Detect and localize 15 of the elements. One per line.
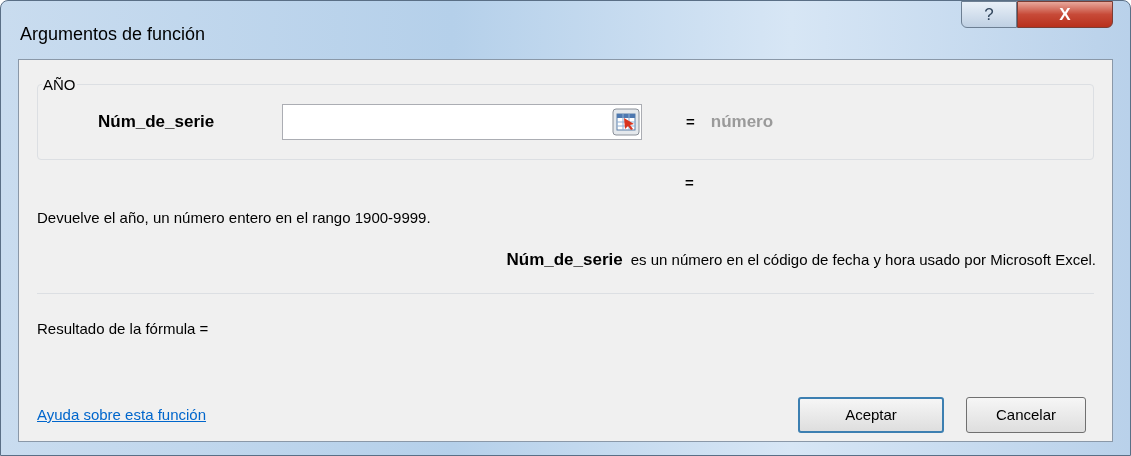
argument-label: Núm_de_serie <box>98 111 216 134</box>
close-button[interactable]: X <box>1017 1 1113 28</box>
help-button[interactable]: ? <box>961 1 1017 28</box>
dialog-button[interactable]: Aceptar <box>798 397 944 433</box>
equals-sign: = <box>686 111 695 132</box>
formula-result: Resultado de la fórmula = <box>37 318 210 339</box>
dialog-button[interactable]: Cancelar <box>966 397 1086 433</box>
help-link[interactable]: Ayuda sobre esta función <box>37 403 206 427</box>
argument-result: número <box>710 111 774 134</box>
argument-field[interactable] <box>282 104 642 140</box>
window-title: Argumentos de función <box>20 22 206 46</box>
collapse-dialog-icon[interactable] <box>612 108 640 136</box>
function-description: Devuelve el año, un número entero en el rango 1900-9999. <box>37 207 432 228</box>
equals-sign: = <box>685 173 695 193</box>
argument-description: Núm_de_serie es un número en el código de fecha y hora usado por Microsoft Excel. <box>506 249 1096 271</box>
